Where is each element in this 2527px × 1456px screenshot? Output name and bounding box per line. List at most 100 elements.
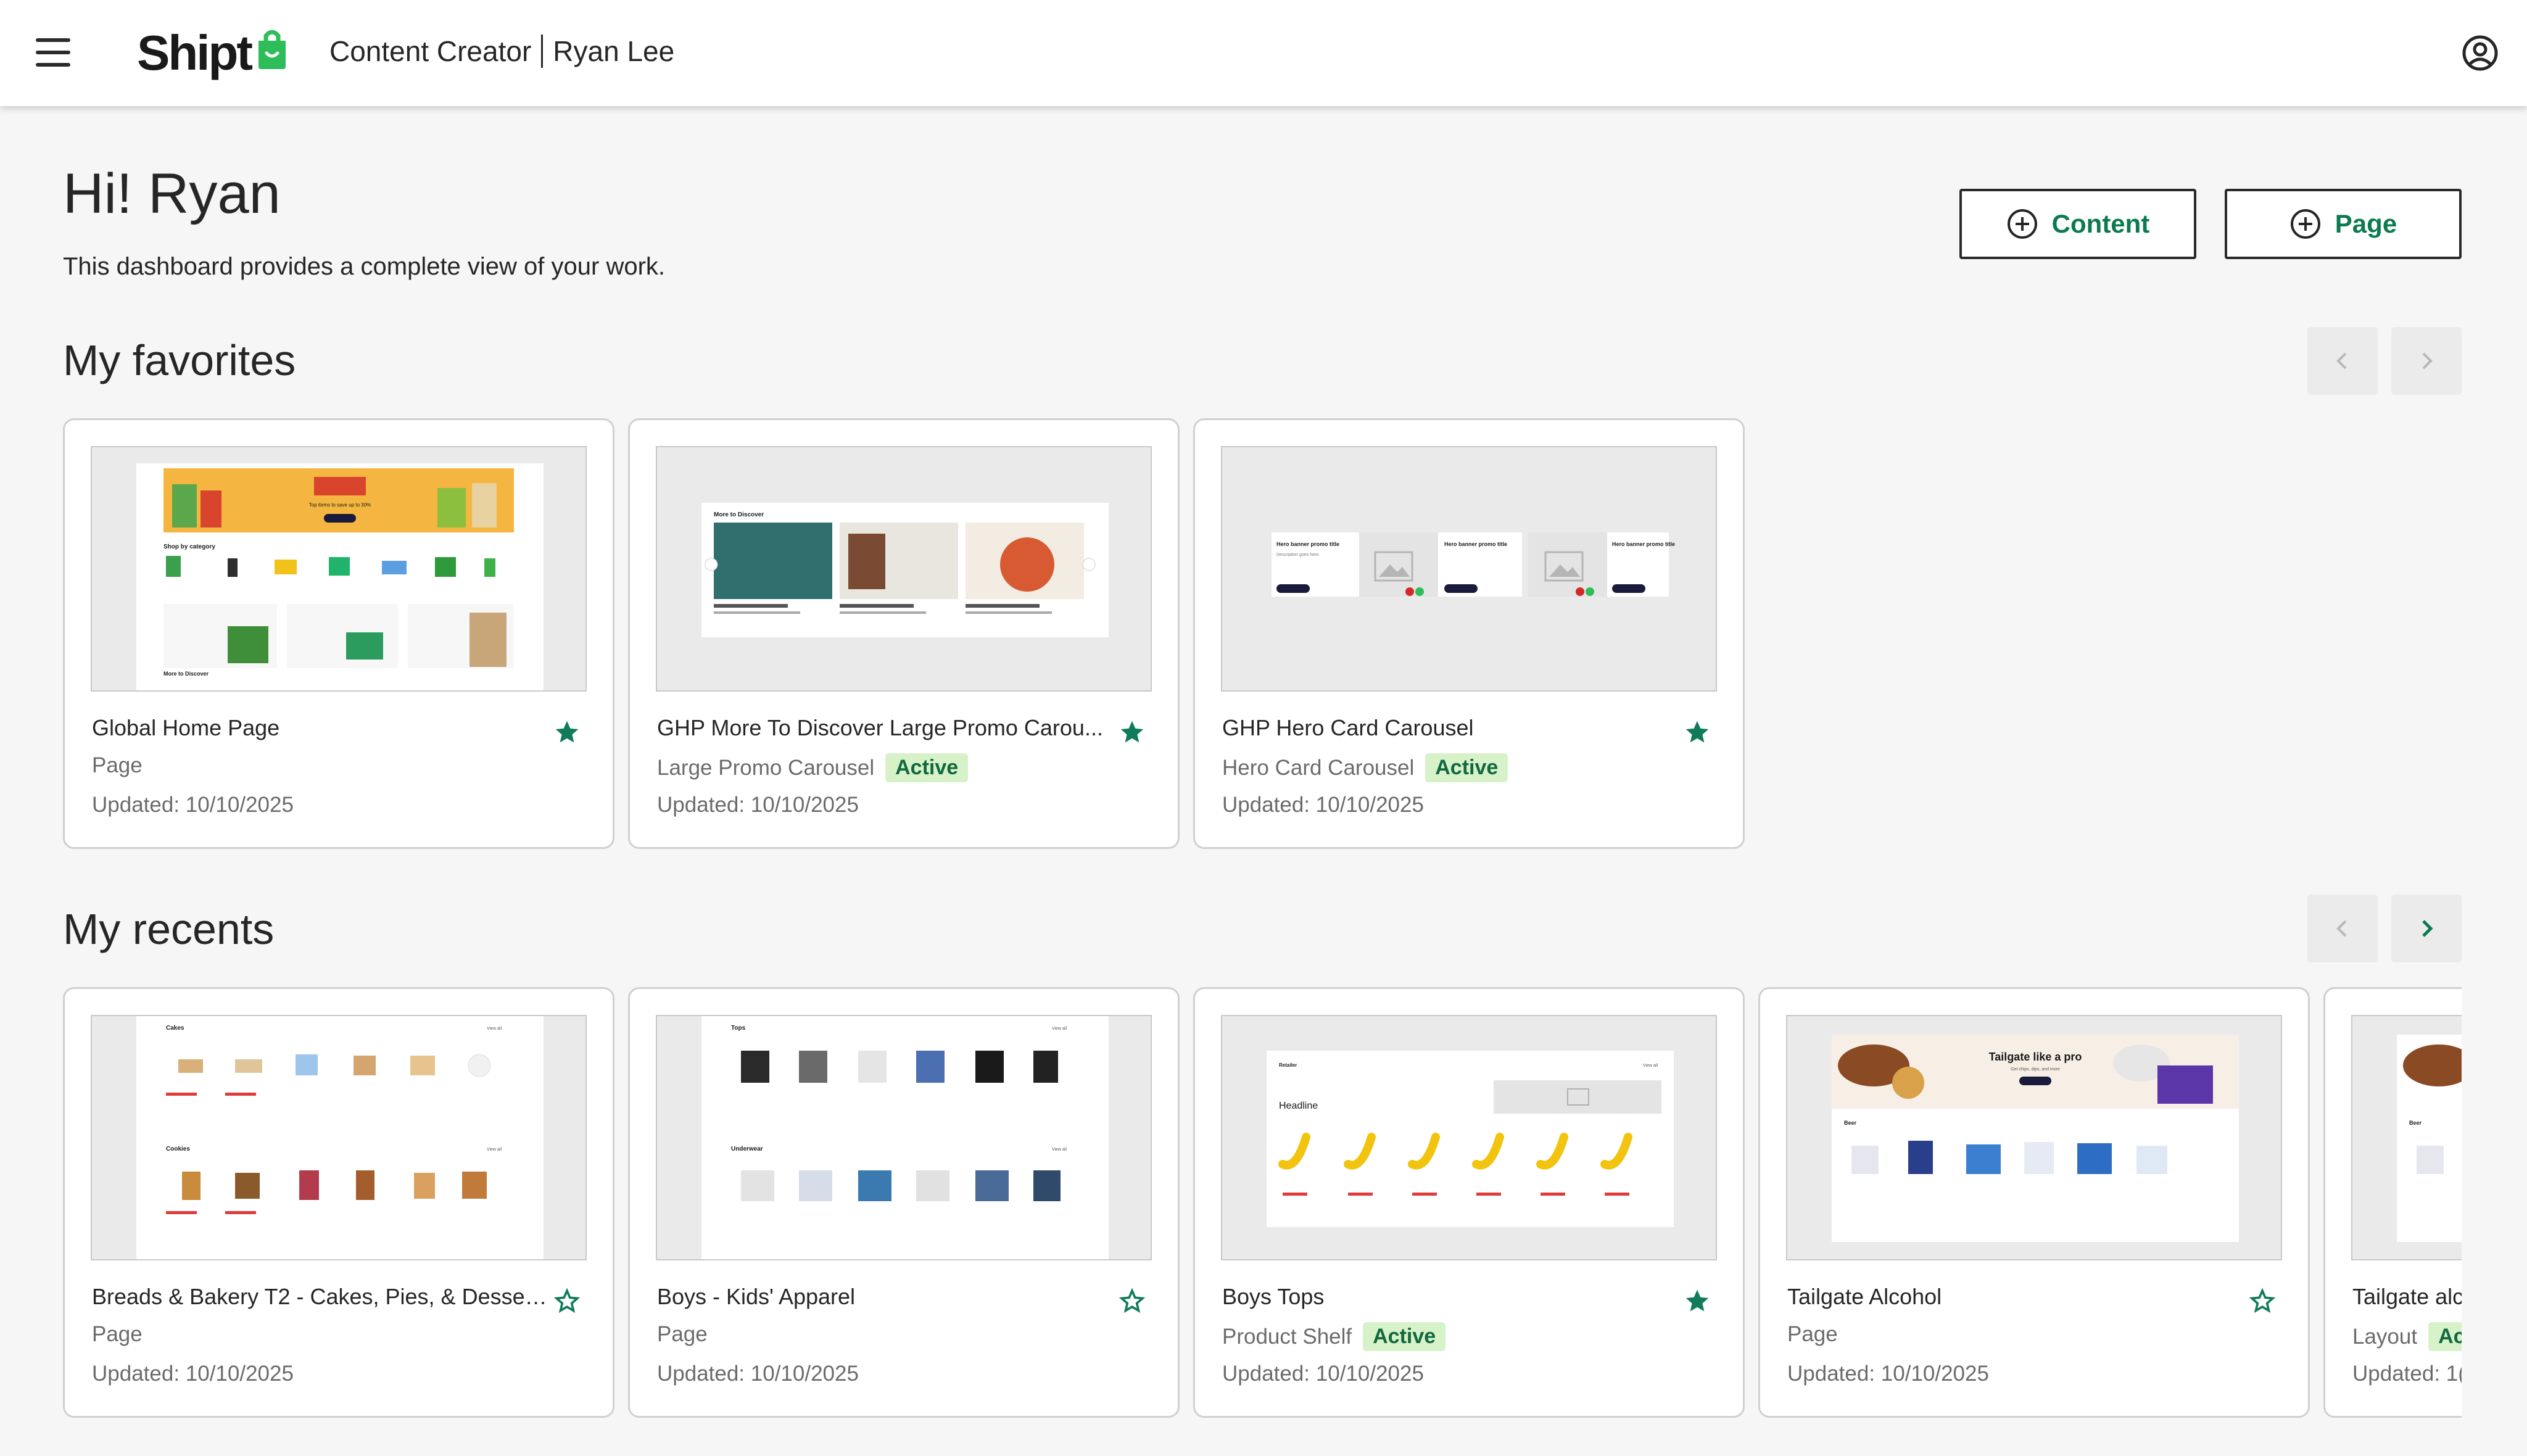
content-type-label: Page <box>92 1322 143 1346</box>
recent-card[interactable]: Tailgate like a pro Get chips, dips, and… <box>1758 987 2310 1418</box>
card-thumbnail: Cakes View all Cookies View all <box>91 1015 587 1260</box>
user-name: Ryan Lee <box>553 35 675 67</box>
brand-name: Shipt <box>137 25 253 80</box>
tailgate-subhead: Get chips, dips, and more <box>2011 1067 2060 1072</box>
hero-banner-title: Hero banner promo title <box>1612 541 1675 547</box>
card-title: Boys Tops <box>1222 1284 1325 1309</box>
title-separator <box>541 35 544 68</box>
recent-card[interactable]: Tops View all Underwear View all Boys - … <box>628 987 1180 1418</box>
hamburger-menu-icon[interactable] <box>36 38 70 67</box>
shelf-header: Cakes <box>166 1025 184 1032</box>
shelf-retailer-label: Retailer <box>1279 1062 1297 1068</box>
card-thumbnail: Beer <box>2351 1015 2462 1260</box>
card-type: Page <box>1787 1322 1838 1347</box>
card-title: GHP More To Discover Large Promo Carou..… <box>657 715 1103 740</box>
shelf-header: Beer <box>2409 1120 2422 1126</box>
chevron-left-icon <box>2336 920 2347 937</box>
shopping-bag-logo-icon <box>258 30 286 69</box>
card-type: Product Shelf Active <box>1222 1322 1446 1351</box>
card-title: Global Home Page <box>92 715 280 740</box>
hero-banner-description: Description goes here. <box>1276 553 1320 557</box>
view-all-link: View all <box>1052 1027 1067 1031</box>
favorite-star-filled-icon[interactable] <box>1684 1288 1711 1315</box>
top-app-bar: Shipt Content Creator Ryan Lee <box>0 0 2527 106</box>
favorite-star-outline-icon[interactable] <box>1119 1288 1146 1315</box>
chevron-right-icon <box>2422 352 2433 370</box>
favorites-heading: My favorites <box>63 336 296 384</box>
favorite-card[interactable]: More to Discover GHP More To Discover La… <box>628 418 1180 849</box>
recents-row: Cakes View all Cookies View all Breads &… <box>63 987 2462 1421</box>
chevron-left-icon <box>2336 352 2347 370</box>
card-title: Tailgate alc <box>2352 1284 2462 1309</box>
favorites-row: Top items to save up to 30% Shop by cate… <box>63 418 2462 853</box>
carousel-header: More to Discover <box>714 511 764 518</box>
card-updated-date: Updated: 10/10/2025 <box>657 793 859 817</box>
card-type: Layout Ac <box>2352 1322 2462 1351</box>
recent-card[interactable]: Beer Tailgate alc Layout Ac Updated: 1( <box>2323 987 2462 1418</box>
favorite-star-filled-icon[interactable] <box>1684 719 1711 746</box>
favorite-star-outline-icon[interactable] <box>2249 1288 2276 1315</box>
account-circle-icon[interactable] <box>2462 35 2499 72</box>
card-title: Breads & Bakery T2 - Cakes, Pies, & Dess… <box>92 1284 548 1309</box>
card-thumbnail: Hero banner promo title Description goes… <box>1221 446 1717 692</box>
recents-heading: My recents <box>63 905 275 953</box>
card-updated-date: Updated: 10/10/2025 <box>1787 1362 1989 1386</box>
content-type-label: Hero Card Carousel <box>1222 755 1415 780</box>
status-badge: Active <box>885 753 969 782</box>
favorite-star-filled-icon[interactable] <box>553 719 581 746</box>
card-type: Hero Card Carousel Active <box>1222 753 1508 782</box>
shelf-header: Cookies <box>166 1146 190 1152</box>
add-content-label: Content <box>2051 209 2150 238</box>
favorite-card[interactable]: Hero banner promo title Description goes… <box>1193 418 1745 849</box>
page-subtitle: This dashboard provides a complete view … <box>63 253 666 280</box>
favorite-star-outline-icon[interactable] <box>553 1288 581 1315</box>
card-updated-date: Updated: 10/10/2025 <box>1222 793 1424 817</box>
recents-prev-button[interactable] <box>2307 895 2378 962</box>
shelf-header: Tops <box>731 1025 746 1032</box>
recent-card[interactable]: Cakes View all Cookies View all Breads &… <box>63 987 614 1418</box>
card-updated-date: Updated: 10/10/2025 <box>1222 1362 1424 1386</box>
card-updated-date: Updated: 10/10/2025 <box>657 1362 859 1386</box>
shelf-header: Beer <box>1844 1120 1857 1126</box>
more-to-discover-label: More to Discover <box>163 671 209 677</box>
status-badge: Active <box>1363 1322 1446 1351</box>
card-thumbnail: Tops View all Underwear View all <box>656 1015 1152 1260</box>
plus-circle-icon <box>2290 209 2320 239</box>
bakery-page-preview: Cakes View all Cookies View all <box>136 1016 544 1259</box>
content-type-label: Large Promo Carousel <box>657 755 875 780</box>
favorites-prev-button[interactable] <box>2307 327 2378 395</box>
card-title: GHP Hero Card Carousel <box>1222 715 1474 740</box>
favorite-card[interactable]: Top items to save up to 30% Shop by cate… <box>63 418 614 849</box>
recent-card[interactable]: Retailer View all Headline Boys Tops Pro… <box>1193 987 1745 1418</box>
view-all-link: View all <box>1052 1148 1067 1152</box>
card-updated-date: Updated: 10/10/2025 <box>92 1362 294 1386</box>
tailgate-headline: Tailgate like a pro <box>1989 1051 2082 1063</box>
page-greeting: Hi! Ryan <box>63 162 281 225</box>
hero-banner-title: Hero banner promo title <box>1276 541 1339 547</box>
view-all-link: View all <box>487 1027 502 1031</box>
hero-banner-title: Hero banner promo title <box>1444 541 1507 547</box>
card-updated-date: Updated: 10/10/2025 <box>92 793 294 817</box>
card-type: Page <box>92 753 143 778</box>
card-thumbnail: Top items to save up to 30% Shop by cate… <box>91 446 587 692</box>
favorites-next-button[interactable] <box>2391 327 2462 395</box>
card-title: Tailgate Alcohol <box>1787 1284 1942 1309</box>
add-content-button[interactable]: Content <box>1959 189 2196 259</box>
product-shelf-preview: Retailer View all Headline <box>1267 1051 1674 1227</box>
recents-next-button[interactable] <box>2391 895 2462 962</box>
app-name: Content Creator <box>329 35 532 67</box>
content-type-label: Product Shelf <box>1222 1324 1352 1349</box>
content-type-label: Layout <box>2352 1324 2418 1349</box>
view-all-link: View all <box>1643 1064 1658 1068</box>
shelf-header: Underwear <box>731 1146 763 1152</box>
hero-card-carousel-preview: Hero banner promo title Description goes… <box>1272 532 1675 597</box>
favorite-star-filled-icon[interactable] <box>1119 719 1146 746</box>
promo-banner-text: Top items to save up to 30% <box>309 502 371 508</box>
card-title: Boys - Kids' Apparel <box>657 1284 856 1309</box>
add-page-button[interactable]: Page <box>2225 189 2462 259</box>
home-page-preview: Top items to save up to 30% Shop by cate… <box>136 463 544 690</box>
shipt-logo[interactable]: Shipt <box>137 22 289 84</box>
card-type: Large Promo Carousel Active <box>657 753 969 782</box>
content-type-label: Page <box>92 753 143 777</box>
shelf-headline: Headline <box>1279 1101 1318 1111</box>
